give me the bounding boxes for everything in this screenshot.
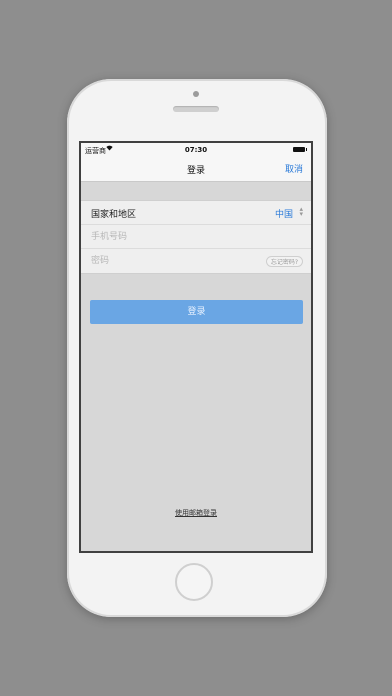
forgot-password-button[interactable]: 忘记密码? [265, 256, 303, 267]
status-time: 07:30 [184, 146, 208, 154]
password-row: 忘记密码? [81, 249, 311, 273]
cancel-button[interactable]: 取消 [285, 162, 303, 175]
login-form: 国家和地区 中国 ▴▾ 忘记密码? [81, 200, 311, 274]
password-input[interactable] [91, 253, 241, 269]
chevron-updown-icon: ▴ ▾ [299, 205, 303, 218]
login-button[interactable]: 登录 [90, 300, 303, 324]
speaker-grille [173, 106, 219, 112]
phone-row [81, 225, 311, 249]
page-title: 登录 [186, 166, 205, 176]
battery-icon [293, 147, 307, 152]
country-value[interactable]: 中国 [275, 207, 293, 220]
phone-input[interactable] [91, 229, 241, 245]
status-bar: 运营商 07:30 [81, 143, 311, 157]
country-row[interactable]: 国家和地区 中国 ▴ ▾ [81, 201, 311, 225]
navigation-bar: 登录 取消 [81, 157, 311, 182]
country-label: 国家和地区 [91, 210, 137, 220]
camera-icon [193, 91, 199, 97]
home-button[interactable] [175, 563, 213, 601]
email-login-link[interactable]: 使用邮箱登录 [81, 508, 311, 518]
app-screen: 运营商 07:30 登录 取消 国家和地区 中国 ▴▾ 忘记密码? 登录 使用邮… [79, 141, 313, 553]
